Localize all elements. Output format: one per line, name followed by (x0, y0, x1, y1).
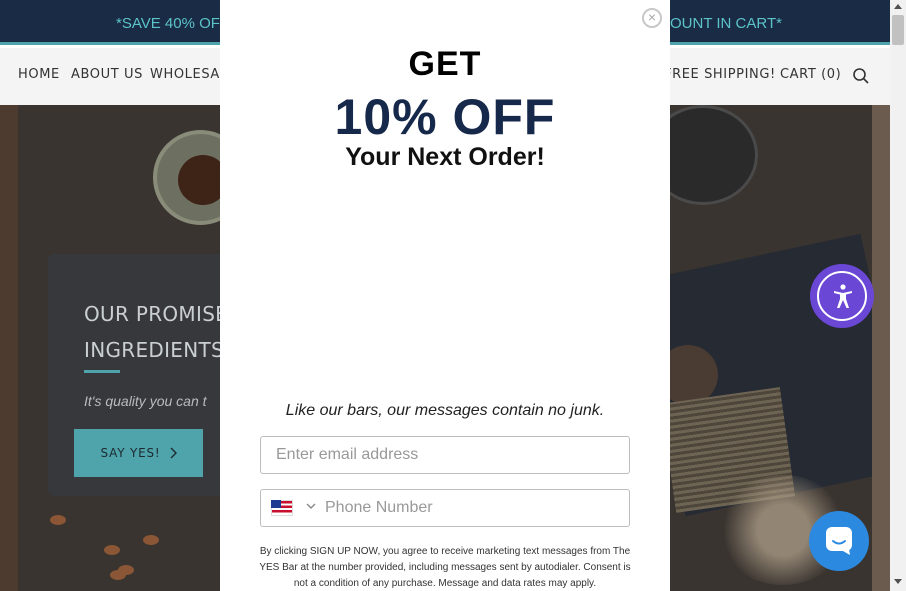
popup-tagline: Like our bars, our messages contain no j… (285, 402, 605, 419)
promise-title-line1: OUR PROMISE - (84, 302, 224, 326)
almond (50, 515, 66, 525)
chevron-right-icon (170, 447, 177, 459)
say-yes-label: SAY YES! (100, 446, 161, 460)
email-placeholder: Enter email address (276, 446, 419, 463)
page-scrollbar[interactable] (890, 0, 906, 591)
say-yes-button[interactable]: SAY YES! (74, 429, 203, 477)
chevron-down-icon[interactable] (305, 500, 317, 512)
scroll-down-arrow-icon[interactable] (894, 579, 902, 584)
almond (110, 570, 126, 580)
hero-edge-right (872, 105, 890, 591)
popup-next-order: Your Next Order! (345, 143, 545, 171)
legal-disclaimer: By clicking SIGN UP NOW, you agree to re… (259, 546, 631, 589)
accessibility-ring[interactable] (817, 271, 867, 321)
phone-placeholder: Phone Number (325, 499, 433, 516)
nav-about-us[interactable]: ABOUT US (71, 67, 143, 82)
hero-edge-left (0, 105, 18, 591)
popup-get-heading: GET (408, 45, 482, 83)
almond (143, 535, 159, 545)
chat-icon (826, 527, 852, 555)
promise-subtitle: It's quality you can t (84, 393, 207, 409)
nav-home[interactable]: HOME (18, 67, 60, 82)
scroll-thumb[interactable] (892, 15, 904, 45)
close-icon[interactable]: × (642, 8, 662, 28)
chat-button[interactable] (809, 511, 869, 571)
scroll-up-arrow-icon[interactable] (894, 4, 902, 9)
us-flag-canton (271, 500, 281, 508)
popup-offer-heading: 10% OFF (334, 89, 556, 145)
almond (104, 545, 120, 555)
nav-free-shipping[interactable]: FREE SHIPPING! (664, 67, 776, 82)
announcement-text-left: *SAVE 40% OFF (116, 15, 230, 32)
announcement-text-right: OUNT IN CART* (670, 15, 782, 32)
promise-divider (84, 370, 120, 373)
accessibility-icon (834, 284, 852, 308)
nav-cart[interactable]: CART (0) (780, 67, 841, 82)
search-icon[interactable] (852, 67, 870, 85)
promise-title-line2: INGREDIENTS (84, 338, 224, 362)
promise-title: OUR PROMISE - INGREDIENTS (84, 296, 224, 368)
